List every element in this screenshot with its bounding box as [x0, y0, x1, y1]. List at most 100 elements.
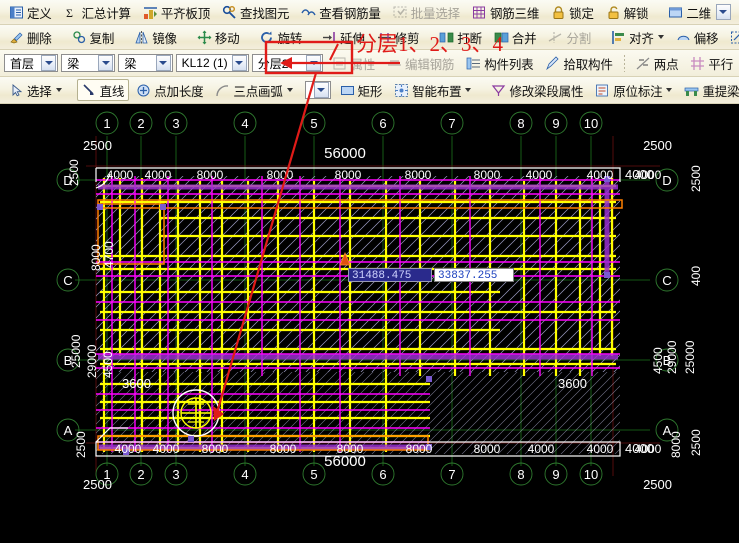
chevron-down-icon[interactable] [286, 88, 293, 92]
toolbar-item-align[interactable]: 对齐 [606, 26, 669, 48]
component-name-combo[interactable]: KL12 (1) [175, 54, 249, 72]
toolbar-item-three-point-arc[interactable]: 三点画弧 [210, 79, 297, 101]
toolbar-item-modify-beam-segment[interactable]: 修改梁段属性 [486, 79, 588, 101]
svg-text:4500: 4500 [651, 347, 665, 374]
coord-y-input[interactable]: 33837.255 [434, 268, 514, 282]
toolbar-item-unlock[interactable]: 解锁 [601, 1, 654, 23]
properties-icon [332, 56, 347, 71]
category-combo[interactable]: 梁 [61, 54, 116, 72]
toolbar-item-align-slab-top[interactable]: 平齐板顶 [138, 1, 215, 23]
toolbar-item-split[interactable]: 分割 [543, 26, 596, 48]
toolbar-item-mirror[interactable]: 镜像 [129, 26, 182, 48]
svg-text:4000: 4000 [145, 168, 172, 182]
toolbar-item-pick-component[interactable]: 拾取构件 [540, 52, 617, 74]
chevron-down-icon[interactable] [41, 55, 57, 71]
svg-text:400: 400 [689, 266, 703, 286]
dim-top-overall: 56000 [324, 145, 366, 162]
svg-text:8000: 8000 [474, 442, 501, 456]
toolbar-item-label: 三点画弧 [233, 84, 283, 99]
two-point-icon [636, 56, 651, 71]
chevron-down-icon[interactable] [231, 55, 247, 71]
toolbar-item-rect[interactable]: 矩形 [335, 79, 388, 101]
toolbar-item-label: 对齐 [629, 31, 654, 46]
toolbar-item-label: 平行 [708, 57, 733, 72]
arc-option-combo[interactable] [304, 81, 331, 99]
chevron-down-icon[interactable] [313, 82, 329, 98]
toolbar-item-delete[interactable]: 删除 [4, 26, 57, 48]
offset-icon [676, 30, 691, 45]
toolbar-item-offset[interactable]: 偏移 [671, 26, 724, 48]
svg-text:10: 10 [584, 116, 598, 131]
svg-text:6: 6 [379, 467, 386, 482]
svg-text:8000: 8000 [474, 168, 501, 182]
toolbar-item-lock[interactable]: 锁定 [546, 1, 599, 23]
component-type-combo[interactable]: 梁 [118, 54, 173, 72]
toolbar-item-rebar-3d[interactable]: 钢筋三维 [467, 1, 544, 23]
toolbar-item-copy[interactable]: 复制 [67, 26, 120, 48]
in-situ-label-icon [595, 83, 610, 98]
add-length-icon [136, 83, 151, 98]
toolbar-item-label: 分割 [566, 31, 592, 46]
layer-combo[interactable]: 分层2 [251, 54, 324, 72]
chevron-down-icon[interactable] [98, 55, 114, 71]
toolbar-item-smart-layout[interactable]: 智能布置 [389, 79, 476, 101]
coord-x-input[interactable]: 31488.475 [348, 268, 432, 282]
svg-text:3: 3 [172, 467, 179, 482]
toolbar-item-2d-view[interactable]: 二维 [663, 1, 736, 23]
toolbar-item-find-element[interactable]: 查找图元 [217, 1, 294, 23]
chevron-down-icon[interactable] [465, 88, 472, 92]
cad-drawing-area[interactable]: 123 456 789 10 123 456 789 10 D C B A D … [0, 106, 739, 543]
floor-combo[interactable]: 首层 [4, 54, 59, 72]
parallel-icon [690, 56, 705, 71]
move-icon [197, 30, 212, 45]
toolbar-item-rotate[interactable]: 旋转 [254, 26, 307, 48]
svg-text:8000: 8000 [89, 244, 103, 271]
svg-text:Σ: Σ [66, 6, 73, 20]
chevron-down-icon[interactable] [306, 55, 322, 71]
chevron-down-icon[interactable] [155, 55, 171, 71]
building-outline [96, 176, 620, 454]
toolbar-item-label: 复制 [89, 31, 115, 46]
toolbar-item-move[interactable]: 移动 [192, 26, 245, 48]
chevron-down-icon[interactable] [657, 35, 664, 39]
toolbar-item-batch-select[interactable]: 批量选择 [388, 1, 465, 23]
toolbar-item-two-point[interactable]: 两点 [631, 52, 684, 74]
toolbar-item-label: 两点 [653, 57, 679, 72]
toolbar-item-in-situ-label[interactable]: 原位标注 [590, 79, 677, 101]
svg-text:2500: 2500 [689, 429, 703, 456]
view-mode-dropdown-button[interactable] [715, 4, 731, 20]
toolbar-item-label: 移动 [214, 31, 240, 46]
toolbar-item-stretch[interactable]: 拉伸 [725, 26, 739, 48]
toolbar-item-parallel[interactable]: 平行 [685, 52, 738, 74]
svg-text:7: 7 [448, 467, 455, 482]
draw-toolbar: 选择 直线 点加长度 三点画弧 矩形 智能布置 修改梁段属性 原位标注 重提梁 [0, 77, 739, 104]
svg-text:8: 8 [517, 116, 524, 131]
toolbar-item-define[interactable]: 定义 [4, 1, 57, 23]
toolbar-item-label: 矩形 [357, 84, 383, 99]
grid-bubbles-top: 1 2 3 4 5 6 7 8 9 10 [95, 111, 603, 135]
toolbar-item-view-rebar-qty[interactable]: 查看钢筋量 [296, 1, 386, 23]
toolbar-item-line[interactable]: 直线 [76, 79, 130, 101]
svg-text:4500: 4500 [101, 351, 115, 378]
view-rebar-qty-icon [301, 5, 316, 20]
toolbar-item-re-span-beam[interactable]: 重提梁跨 [679, 79, 739, 101]
svg-text:4000: 4000 [115, 442, 142, 456]
dim-bot-right: 2500 [643, 477, 672, 492]
svg-text:3600: 3600 [558, 376, 587, 391]
smart-layout-icon [394, 83, 409, 98]
batch-select-icon [393, 5, 408, 20]
chevron-down-icon[interactable] [55, 88, 62, 92]
svg-text:4000: 4000 [526, 168, 553, 182]
layer-combo-value: 分层2 [257, 56, 289, 71]
2d-view-icon [668, 5, 683, 20]
svg-text:2: 2 [137, 116, 144, 131]
toolbar-item-label: 构件列表 [484, 57, 534, 72]
svg-text:1: 1 [103, 116, 110, 131]
chevron-down-icon[interactable] [666, 88, 673, 92]
toolbar-item-summary-calc[interactable]: Σ 汇总计算 [59, 1, 136, 23]
dimension-corner: 4000 4000 [625, 167, 654, 456]
toolbar-item-add-length[interactable]: 点加长度 [131, 79, 208, 101]
svg-text:4000: 4000 [153, 442, 180, 456]
pick-component-icon [545, 55, 560, 71]
toolbar-item-select[interactable]: 选择 [4, 79, 67, 101]
